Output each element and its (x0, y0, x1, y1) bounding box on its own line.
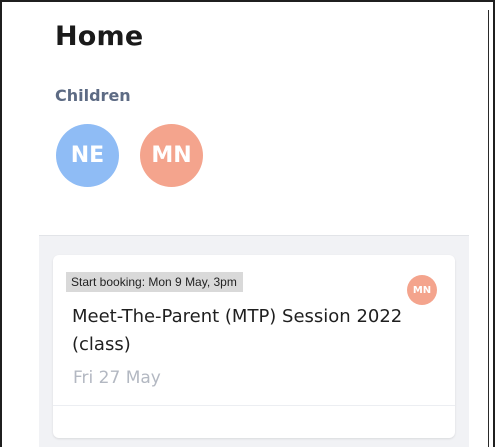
child-avatar-initials: NE (70, 143, 105, 168)
event-child-initials: MN (412, 284, 432, 296)
card-divider (53, 405, 455, 406)
scrollbar-edge (488, 10, 489, 447)
child-avatar-initials: MN (151, 143, 192, 168)
event-title: Meet-The-Parent (MTP) Session 2022 (clas… (72, 306, 403, 355)
children-section-label: Children (55, 86, 131, 105)
child-avatar-mn[interactable]: MN (140, 124, 203, 187)
event-child-avatar: MN (407, 275, 437, 305)
page-title: Home (55, 21, 144, 52)
child-avatar-ne[interactable]: NE (56, 124, 119, 187)
event-card[interactable]: Start booking: Mon 9 May, 3pm MN Meet-Th… (53, 255, 455, 438)
booking-start-tag: Start booking: Mon 9 May, 3pm (66, 272, 243, 292)
event-date: Fri 27 May (73, 368, 161, 388)
app-window: Home Children NE MN Start booking: Mon 9… (0, 0, 495, 447)
